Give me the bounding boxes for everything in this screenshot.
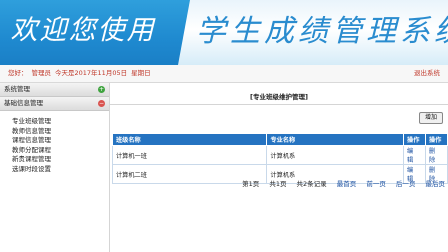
expand-icon[interactable]: +	[98, 86, 105, 93]
total-pages: 共1页	[269, 180, 287, 188]
col-class-name: 班级名称	[111, 133, 268, 146]
major-cell: 计算机系	[266, 145, 405, 165]
system-title: 学生成绩管理系统	[196, 14, 448, 49]
sidebar-item-new-course[interactable]: 新贵课程管理	[12, 155, 109, 165]
sidebar-item-class-management[interactable]: 专业班级管理	[12, 117, 109, 127]
current-page: 第1页	[242, 180, 260, 188]
table-row: 计算机一班 计算机系 编辑 删除	[111, 145, 448, 165]
pagination: 第1页 共1页 共2条记录 最首页 前一页 后一页 最后页	[234, 178, 445, 188]
main-content: [专业班级维护管理] 增加 班级名称 专业名称 操作 操作 计算机一班 计算机系…	[110, 83, 448, 252]
date-text: 今天是2017年11月05日	[55, 69, 128, 77]
info-bar: 您好： 管理员 今天是2017年11月05日 星期日 退出系统	[0, 65, 448, 83]
delete-link[interactable]: 删除	[425, 145, 448, 165]
class-name-cell: 计算机一班	[111, 145, 268, 165]
prev-page-link[interactable]: 前一页	[366, 180, 386, 188]
sidebar-menu: 专业班级管理 教师信息管理 课程信息管理 教师分配课程 新贵课程管理 选课时段设…	[0, 111, 109, 174]
logout-link[interactable]: 退出系统	[414, 65, 440, 82]
sidebar-group-label: 基础信息管理	[4, 99, 43, 107]
col-major: 专业名称	[266, 133, 405, 146]
page-title: [专业班级维护管理]	[250, 93, 308, 101]
sidebar-item-teacher-info[interactable]: 教师信息管理	[12, 127, 109, 137]
add-button[interactable]: 增加	[419, 112, 443, 124]
last-page-link[interactable]: 最后页	[426, 180, 446, 188]
sidebar-group-system[interactable]: 系统管理 +	[0, 83, 109, 97]
user-role: 管理员	[31, 69, 52, 77]
weekday-text: 星期日	[131, 69, 151, 77]
sidebar-item-course-info[interactable]: 课程信息管理	[12, 136, 109, 146]
col-action: 操作	[425, 133, 448, 146]
table-header-row: 班级名称 专业名称 操作 操作	[111, 133, 448, 146]
header-banner: 欢迎您使用 学生成绩管理系统	[0, 0, 448, 65]
sidebar-group-label: 系统管理	[4, 85, 30, 93]
total-records: 共2条记录	[296, 180, 327, 188]
sidebar-group-basic-info[interactable]: 基础信息管理 −	[0, 97, 109, 111]
sidebar-item-course-period[interactable]: 选课时段设置	[12, 165, 109, 175]
greeting-text: 您好：	[8, 69, 28, 77]
next-page-link[interactable]: 后一页	[396, 180, 416, 188]
user-info: 您好： 管理员 今天是2017年11月05日 星期日	[8, 65, 155, 82]
col-action: 操作	[403, 133, 426, 146]
sidebar-item-teacher-course-assign[interactable]: 教师分配课程	[12, 146, 109, 156]
welcome-logo-text: 欢迎您使用	[10, 15, 156, 46]
edit-link[interactable]: 编辑	[403, 145, 426, 165]
collapse-icon[interactable]: −	[98, 100, 105, 107]
title-divider	[110, 104, 448, 105]
sidebar: 系统管理 + 基础信息管理 − 专业班级管理 教师信息管理 课程信息管理 教师分…	[0, 83, 110, 252]
class-table: 班级名称 专业名称 操作 操作 计算机一班 计算机系 编辑 删除 计算机二班 计…	[111, 133, 448, 184]
first-page-link[interactable]: 最首页	[337, 180, 357, 188]
